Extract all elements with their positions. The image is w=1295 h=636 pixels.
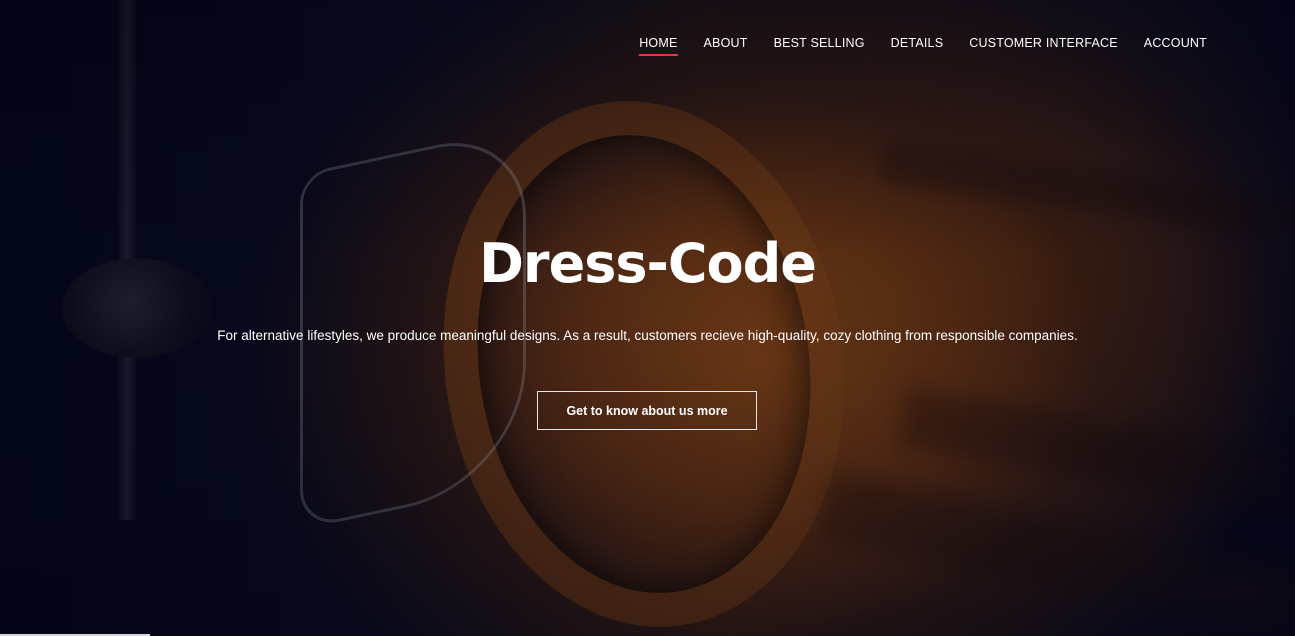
- hero-title: Dress-Code: [479, 232, 817, 295]
- about-us-button[interactable]: Get to know about us more: [537, 391, 757, 430]
- hero-content: Dress-Code For alternative lifestyles, w…: [0, 0, 1295, 636]
- hero-section: HOME ABOUT BEST SELLING DETAILS CUSTOMER…: [0, 0, 1295, 636]
- hero-tagline: For alternative lifestyles, we produce m…: [217, 328, 1078, 343]
